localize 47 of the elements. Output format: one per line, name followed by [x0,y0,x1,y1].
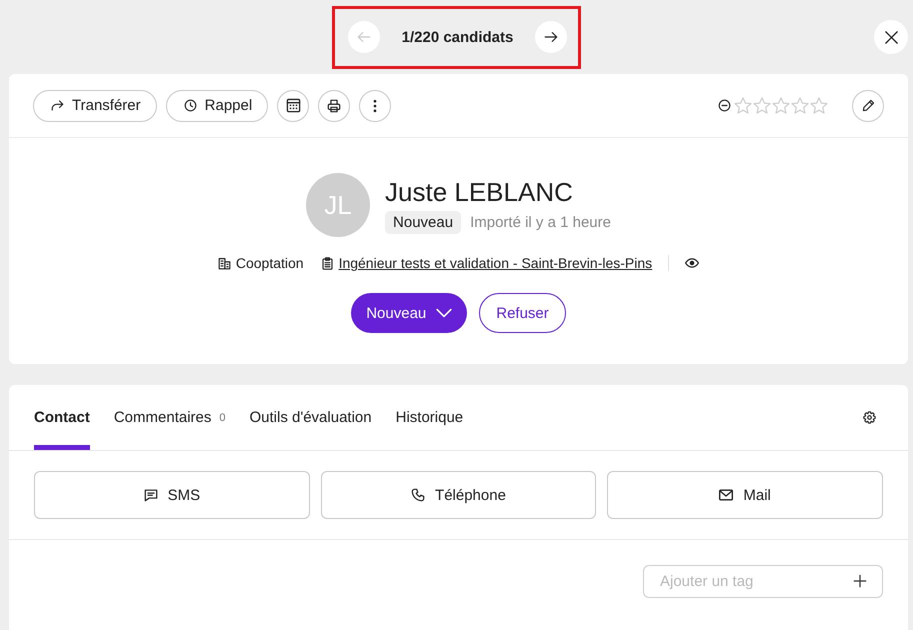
star-rating[interactable] [734,96,828,114]
next-button[interactable] [535,21,568,53]
reject-button[interactable]: Refuser [479,293,566,333]
plus-icon[interactable] [853,574,867,588]
phone-icon [411,488,426,502]
tab[interactable]: Commentaires 0 [114,385,226,450]
edit-button[interactable] [852,90,884,122]
toolbar-button[interactable]: Transférer [33,90,157,122]
toolbar-button[interactable]: Rappel [166,90,268,122]
tag-input-field[interactable]: Ajouter un tag [643,565,883,598]
star-icon[interactable] [753,96,771,114]
star-icon[interactable] [734,96,752,114]
tab[interactable]: Contact [34,385,90,450]
clipboard-icon [320,256,334,270]
chat-bubble-icon [144,488,158,502]
printer-icon [327,98,342,112]
contact-button[interactable]: SMS [34,471,310,519]
star-icon[interactable] [791,96,809,114]
tab[interactable]: Outils d'évaluation [250,385,372,450]
candidate-counter: 1/220 candidats [402,28,514,46]
building-icon [218,256,231,270]
star-icon[interactable] [810,96,828,114]
eye-icon[interactable] [685,256,700,270]
pencil-icon [862,99,874,112]
candidate-name: Juste LEBLANC [385,176,574,206]
import-time: Importé il y a 1 heure [470,214,611,230]
contact-button[interactable]: Mail [607,471,883,519]
calendar-icon [286,98,301,113]
close-button[interactable] [874,20,908,54]
tab[interactable]: Historique [396,385,464,450]
contact-button[interactable]: Téléphone [320,471,596,519]
star-icon[interactable] [772,96,790,114]
status-badge: Nouveau [385,210,462,234]
envelope-icon [719,488,734,502]
settings-icon[interactable] [863,411,876,424]
arrow-right-icon [544,30,558,44]
forward-arrow-icon [51,99,64,112]
calendar-button[interactable] [277,90,310,122]
tab-count: 0 [219,412,226,424]
source-label: Cooptation [236,255,304,271]
print-button[interactable] [318,90,350,122]
minus-circle-icon[interactable] [718,99,731,112]
close-icon [884,30,898,44]
status-dropdown-button[interactable]: Nouveau [351,293,468,333]
clock-icon [184,99,197,112]
arrow-left-icon [356,30,371,44]
job-link[interactable]: Ingénieur tests et validation - Saint-Brevin-les-Pins [338,255,652,271]
